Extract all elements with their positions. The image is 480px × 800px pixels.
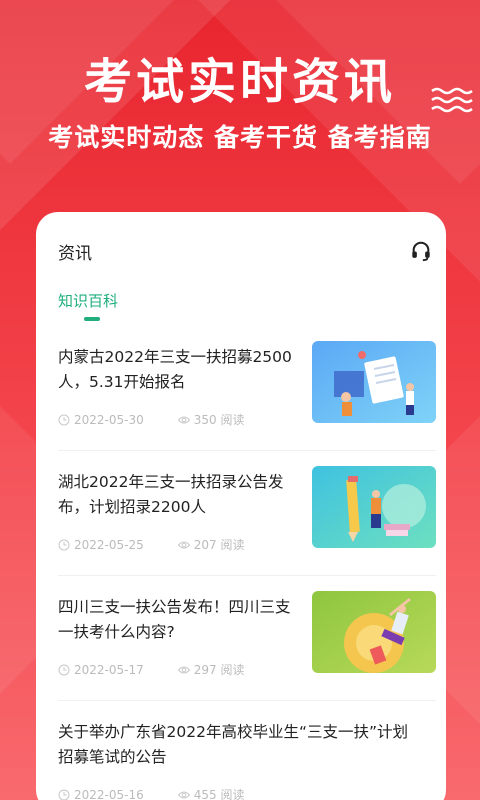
divider	[58, 450, 436, 451]
clock-icon	[58, 539, 70, 550]
card-title: 资讯	[58, 243, 92, 264]
article-meta: 2022-05-30 350 阅读	[58, 411, 278, 428]
tab-knowledge[interactable]: 知识百科	[58, 290, 118, 311]
wave-decoration-icon	[431, 87, 473, 113]
article-title: 四川三支一扶公告发布！四川三支一扶考什么内容?	[58, 598, 291, 641]
tab-active-indicator	[84, 317, 100, 321]
article-item[interactable]: 关于举办广东省2022年高校毕业生“三支一扶”计划招募笔试的公告 2022-05…	[58, 720, 436, 800]
clock-icon	[58, 414, 70, 425]
divider	[58, 575, 436, 576]
banner-subline: 考试实时动态 备考干货 备考指南	[48, 123, 432, 152]
card-header: 资讯	[58, 238, 434, 264]
article-date: 2022-05-16	[74, 787, 144, 800]
article-title: 内蒙古2022年三支一扶招募2500人，5.31开始报名	[58, 348, 292, 391]
article-meta: 2022-05-25 207 阅读	[58, 536, 278, 553]
article-date: 2022-05-17	[74, 662, 144, 677]
article-views: 455 阅读	[193, 788, 245, 800]
article-meta: 2022-05-17 297 阅读	[58, 661, 278, 678]
article-meta: 2022-05-16 455 阅读	[58, 786, 278, 800]
article-thumbnail	[312, 591, 436, 673]
clock-icon	[58, 789, 70, 800]
article-views: 207 阅读	[193, 538, 245, 552]
article-item[interactable]: 湖北2022年三支一扶招录公告发布，计划招录2200人 2022-05-25 2…	[58, 466, 436, 574]
article-title: 湖北2022年三支一扶招录公告发布，计划招录2200人	[58, 473, 284, 516]
article-thumbnail	[312, 341, 436, 423]
article-date: 2022-05-25	[74, 537, 144, 552]
divider	[58, 700, 436, 701]
eye-icon	[177, 791, 190, 798]
news-card: 资讯 知识百科 内蒙古2022年三支一扶招募2500人，5.31开始报名 202…	[36, 212, 446, 800]
headset-icon[interactable]	[410, 240, 432, 262]
article-thumbnail	[312, 466, 436, 548]
article-date: 2022-05-30	[74, 412, 144, 427]
article-views: 297 阅读	[193, 663, 245, 677]
eye-icon	[177, 416, 190, 423]
article-title: 关于举办广东省2022年高校毕业生“三支一扶”计划招募笔试的公告	[58, 723, 409, 766]
clock-icon	[58, 664, 70, 675]
article-views: 350 阅读	[193, 413, 245, 427]
eye-icon	[177, 541, 190, 548]
eye-icon	[177, 666, 190, 673]
banner-headline: 考试实时资讯	[83, 54, 396, 110]
article-item[interactable]: 四川三支一扶公告发布！四川三支一扶考什么内容? 2022-05-17 297 阅…	[58, 591, 436, 699]
article-item[interactable]: 内蒙古2022年三支一扶招募2500人，5.31开始报名 2022-05-30 …	[58, 341, 436, 449]
